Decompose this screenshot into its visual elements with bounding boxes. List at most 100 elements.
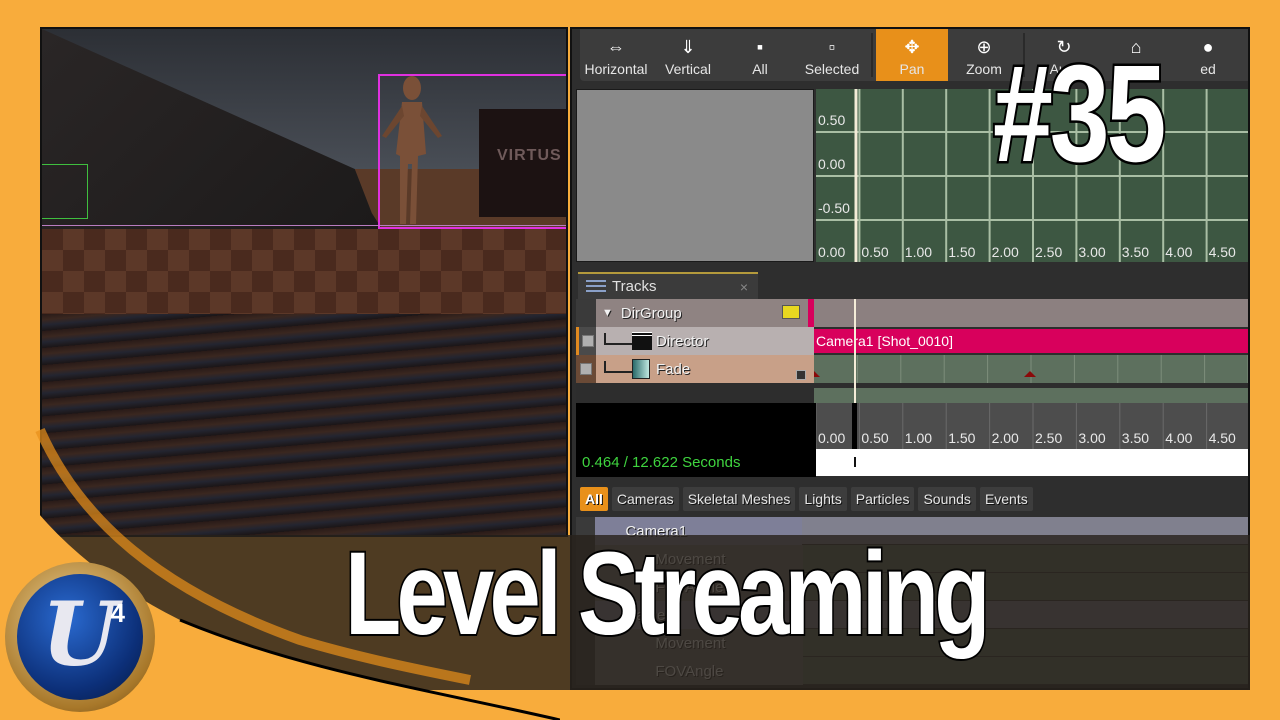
fit-horizontal-icon: ⇔ <box>607 36 625 57</box>
track-area: ▼ DirGroup Director Camera1 [Shot_0010] <box>576 299 1248 407</box>
toolbar-button-ed[interactable]: ● ed <box>1172 29 1244 81</box>
ruler-label: 1.00 <box>905 430 932 446</box>
timeline-ruler[interactable]: 0.00 0.50 1.00 1.50 2.00 2.50 3.00 3.50 4.00 4.50 <box>815 403 1248 449</box>
episode-number: #35 <box>991 37 1168 191</box>
fade-gradient-icon <box>632 359 650 379</box>
track-checkbox-cell <box>576 327 596 355</box>
y-tick-label: 0.50 <box>818 112 845 128</box>
tree-connector <box>604 333 632 345</box>
fade-keyframes <box>814 355 1248 383</box>
shot-label: Camera1 [Shot_0010] <box>816 333 953 349</box>
clapperboard-icon <box>632 332 652 350</box>
track-header: Director <box>596 327 814 355</box>
track-enable-checkbox[interactable] <box>580 363 592 375</box>
x-tick-label: 0.50 <box>861 244 888 260</box>
toolbar-button-selected[interactable]: ▫ Selected <box>796 29 868 81</box>
toolbar-button-label: Pan <box>899 61 925 77</box>
toolbar-button-pan[interactable]: ✥ Pan <box>876 29 948 81</box>
x-tick-label: 0.00 <box>818 244 845 260</box>
ruler-label: 2.50 <box>1035 430 1062 446</box>
light-bounds <box>42 164 88 219</box>
scrub-marker[interactable] <box>854 457 856 467</box>
filter-skeletal-meshes[interactable]: Skeletal Meshes <box>682 487 796 511</box>
filter-cameras[interactable]: Cameras <box>611 487 679 511</box>
keyframe-marker[interactable] <box>1024 371 1036 377</box>
track-header: Fade <box>596 355 814 383</box>
track-label: Director <box>656 332 709 350</box>
logo-version: 4 <box>110 598 125 628</box>
x-tick-label: 2.00 <box>992 244 1019 260</box>
toolbar-separator <box>871 33 873 77</box>
logo-disc: U 4 <box>17 574 143 700</box>
video-title: Level Streaming <box>343 528 992 660</box>
curve-track-list[interactable] <box>576 89 814 262</box>
x-tick-label: 1.00 <box>905 244 932 260</box>
ruler-ticks: 0.00 0.50 1.00 1.50 2.00 2.50 3.00 3.50 4.00 4.50 <box>815 403 1236 449</box>
close-icon[interactable]: × <box>740 279 748 295</box>
shot-bar[interactable]: Camera1 [Shot_0010] <box>814 329 1248 353</box>
time-cursor[interactable] <box>854 299 856 403</box>
toolbar-button-vertical[interactable]: ⇓ Vertical <box>652 29 724 81</box>
ruler-label: 0.50 <box>861 430 888 446</box>
track-label: DirGroup <box>620 304 682 322</box>
ruler-playhead[interactable] <box>852 403 857 449</box>
unreal-engine-logo: U 4 <box>5 562 155 712</box>
toolbar-button-all[interactable]: ▪ All <box>724 29 796 81</box>
ruler-label: 1.50 <box>948 430 975 446</box>
track-enable-checkbox[interactable] <box>581 335 594 347</box>
track-row-fade[interactable]: Fade <box>576 355 1248 383</box>
x-tick-label: 4.50 <box>1209 244 1236 260</box>
toolbar-button-label: Vertical <box>665 61 711 77</box>
fit-all-icon: ▪ <box>756 36 764 57</box>
tab-tracks-label: Tracks <box>612 278 657 295</box>
logo-u-glyph: U <box>41 582 119 686</box>
curve-toggle-icon[interactable] <box>796 370 806 380</box>
toolbar-button-label: ed <box>1200 61 1216 77</box>
fit-selected-icon: ▫ <box>828 36 836 57</box>
track-row-dirgroup[interactable]: ▼ DirGroup <box>576 299 1248 327</box>
time-readout: 0.464 / 12.622 Seconds <box>582 454 741 471</box>
thumbnail-frame: VIRTUS ⇔ Horizontal ⇓ Vertical ▪ All ▫ Selected… <box>0 0 1280 720</box>
toolbar-button-label: All <box>752 61 768 77</box>
track-checkbox-cell <box>576 299 596 327</box>
filter-all[interactable]: All <box>580 487 608 511</box>
track-checkbox-cell <box>576 355 596 383</box>
filter-lights[interactable]: Lights <box>799 487 847 511</box>
grid-line <box>42 225 566 226</box>
time-status-panel: 0.464 / 12.622 Seconds <box>576 403 816 477</box>
keyframe-marker[interactable] <box>814 371 820 377</box>
toolbar-button-horizontal[interactable]: ⇔ Horizontal <box>580 29 652 81</box>
y-tick-label: 0.00 <box>818 156 845 172</box>
group-color-marker <box>808 299 814 327</box>
x-tick-label: 1.50 <box>948 244 975 260</box>
checker-floor <box>42 229 566 314</box>
timeline-scrub-bar[interactable] <box>816 449 1248 476</box>
tab-tracks[interactable]: Tracks × <box>578 272 758 299</box>
track-header: ▼ DirGroup <box>596 299 808 327</box>
y-tick-label: -0.50 <box>818 200 850 216</box>
filter-events[interactable]: Events <box>979 487 1033 511</box>
user-tangent-icon: ● <box>1202 36 1214 57</box>
folder-camera-icon <box>782 305 800 319</box>
filter-sounds[interactable]: Sounds <box>918 487 976 511</box>
x-tick-label: 3.50 <box>1122 244 1149 260</box>
toolbar-button-label: Horizontal <box>584 61 648 77</box>
track-filter-bar: All Cameras Skeletal Meshes Lights Particles… <box>576 484 1248 514</box>
ruler-label: 3.00 <box>1078 430 1105 446</box>
ruler-label: 4.50 <box>1209 430 1236 446</box>
filter-particles[interactable]: Particles <box>850 487 915 511</box>
mannequin-character[interactable] <box>382 74 442 234</box>
ruler-label: 4.00 <box>1165 430 1192 446</box>
pan-icon: ✥ <box>904 36 920 57</box>
x-tick-label: 4.00 <box>1165 244 1192 260</box>
track-row-director[interactable]: Director Camera1 [Shot_0010] <box>576 327 1248 355</box>
fade-keyframe-lane[interactable] <box>814 355 1248 383</box>
x-tick-label: 2.50 <box>1035 244 1062 260</box>
tree-connector <box>604 361 632 373</box>
toolbar-button-label: Selected <box>804 61 860 77</box>
fit-vertical-icon: ⇓ <box>680 36 696 57</box>
x-tick-label: 3.00 <box>1078 244 1105 260</box>
ruler-label: 0.00 <box>818 430 845 446</box>
ruler-label: 2.00 <box>992 430 1019 446</box>
expand-triangle-icon[interactable]: ▼ <box>602 307 613 319</box>
